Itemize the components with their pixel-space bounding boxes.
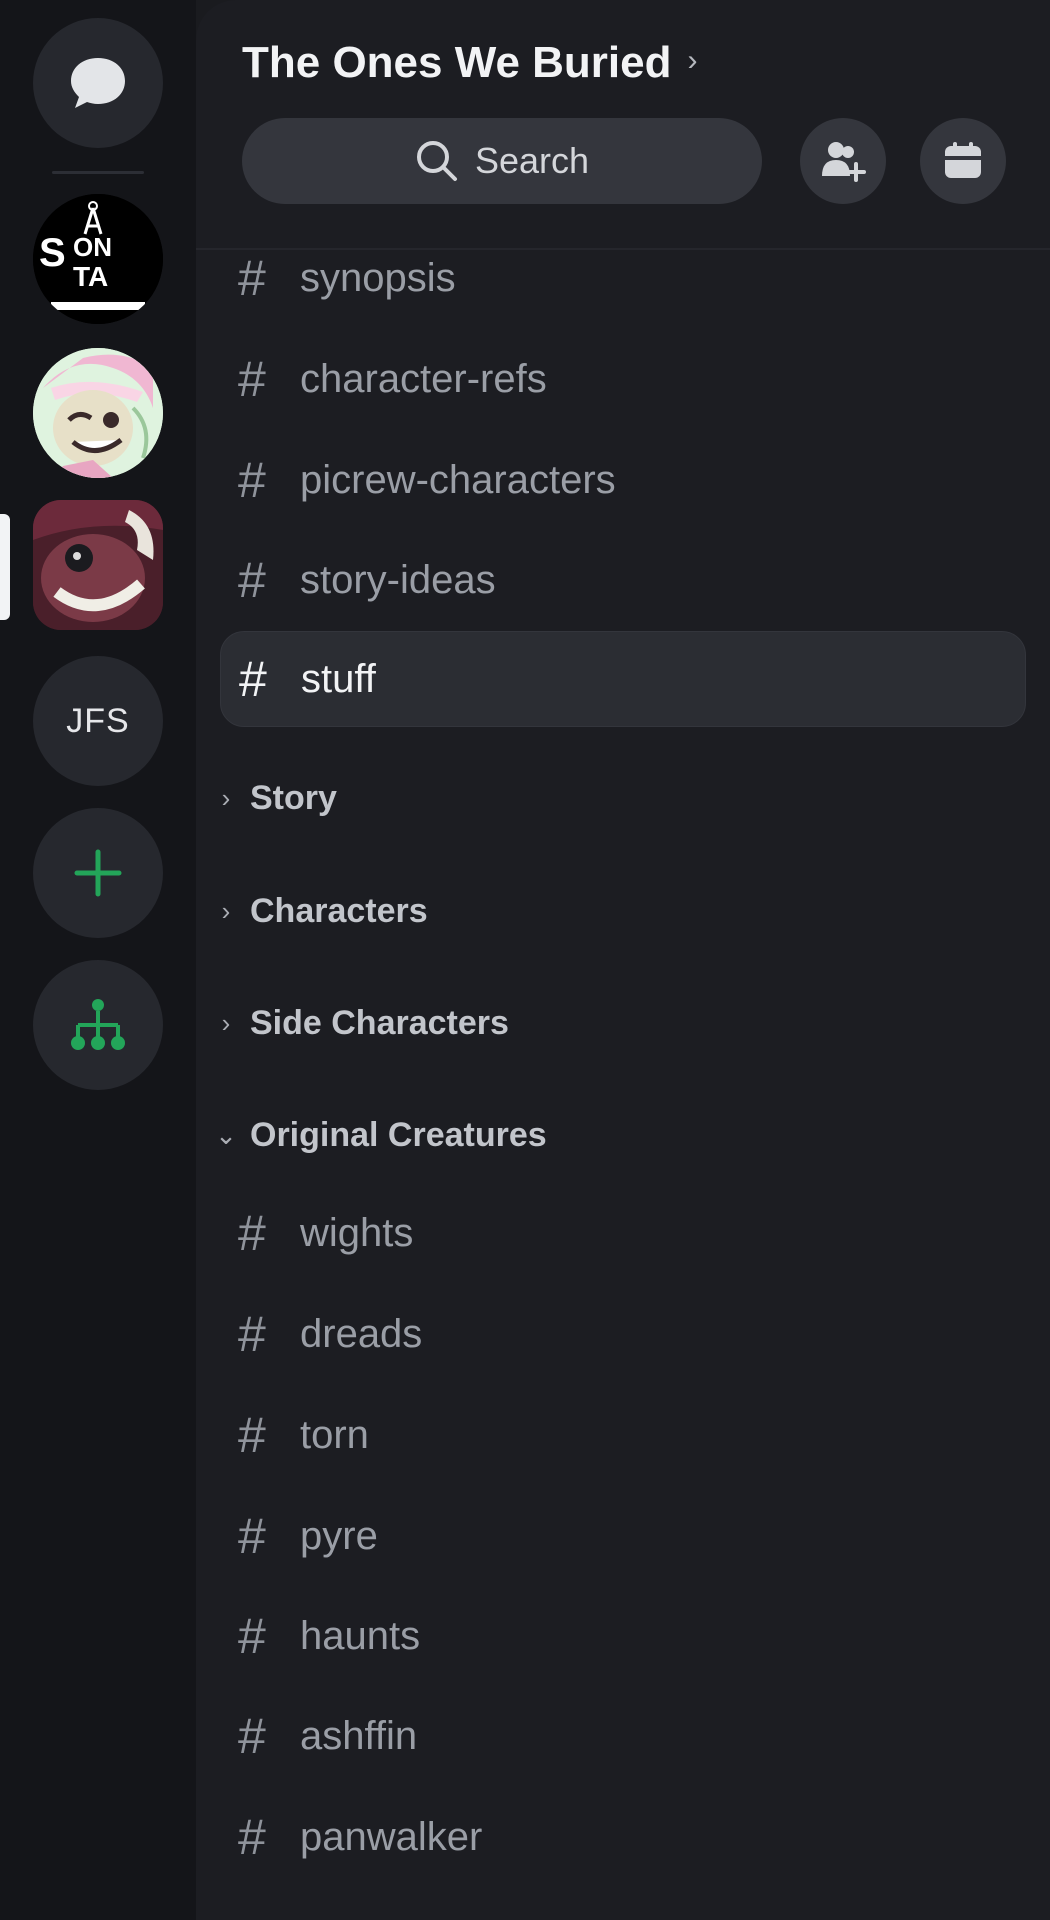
hash-icon: # — [238, 250, 266, 306]
category-side-characters[interactable]: › Side Characters — [214, 993, 509, 1053]
category-label: Story — [250, 778, 337, 817]
channel-name: synopsis — [300, 255, 456, 300]
category-characters[interactable]: › Characters — [214, 881, 428, 941]
hash-icon: # — [238, 1306, 266, 1362]
svg-text:S: S — [39, 231, 66, 275]
server-icon-son-ta[interactable]: S ON TA — [33, 194, 163, 324]
hub-tree-icon — [71, 999, 125, 1050]
channel-name: pyre — [300, 1513, 378, 1558]
hash-icon: # — [238, 351, 266, 407]
channel-name: panwalker — [300, 1814, 483, 1859]
channel-name: wights — [300, 1210, 414, 1255]
hash-icon: # — [238, 1809, 266, 1865]
channel-name: haunts — [300, 1613, 421, 1658]
server-icon-jfs[interactable]: JFS — [33, 656, 163, 786]
hash-icon: # — [238, 1608, 266, 1664]
server-title-button[interactable]: The Ones We Buried › — [242, 38, 698, 88]
events-button[interactable] — [920, 118, 1006, 204]
character-avatar-icon — [33, 348, 163, 478]
hash-icon: # — [238, 452, 266, 508]
channel-name: picrew-characters — [300, 457, 616, 502]
hash-icon: # — [238, 1708, 266, 1764]
channel-name: story-ideas — [300, 557, 496, 602]
hash-icon: # — [238, 552, 266, 608]
category-label: Original Creatures — [250, 1115, 547, 1154]
son-ta-logo-icon: S ON TA — [33, 194, 163, 324]
direct-messages-button[interactable] — [33, 18, 163, 148]
app-root: S ON TA JFS The Ones We Buried › Search … — [0, 0, 1050, 1920]
channel-name: dreads — [300, 1311, 423, 1356]
search-label: Search — [474, 140, 590, 181]
channel-ashffin[interactable]: # ashffin — [220, 1688, 1026, 1784]
channel-name: stuff — [301, 656, 376, 701]
discover-servers-button[interactable] — [33, 960, 163, 1090]
channel-wights[interactable]: # wights — [220, 1185, 1026, 1281]
search-button[interactable]: Search — [242, 118, 762, 204]
channel-panel: The Ones We Buried › Search # synopsis #… — [196, 0, 1050, 1920]
chevron-right-icon: › — [221, 895, 231, 926]
server-icon-grin-character[interactable] — [33, 500, 163, 630]
add-person-icon — [822, 142, 866, 182]
chevron-right-icon: › — [221, 1007, 231, 1038]
rail-divider — [52, 171, 144, 174]
category-story[interactable]: › Story — [214, 768, 337, 828]
channel-torn[interactable]: # torn — [220, 1387, 1026, 1483]
server-title: The Ones We Buried — [242, 38, 672, 87]
channel-panwalker[interactable]: # panwalker — [220, 1789, 1026, 1885]
selected-server-indicator — [0, 514, 10, 620]
channel-dreads[interactable]: # dreads — [220, 1286, 1026, 1382]
channel-name: character-refs — [300, 356, 547, 401]
channel-stuff[interactable]: # stuff — [220, 631, 1026, 727]
channel-haunts[interactable]: # haunts — [220, 1588, 1026, 1684]
category-original-creatures[interactable]: ⌄ Original Creatures — [214, 1105, 547, 1165]
server-rail: S ON TA JFS — [0, 0, 196, 1920]
chevron-right-icon: › — [221, 782, 231, 813]
chevron-down-icon: ⌄ — [215, 1119, 237, 1150]
channel-character-refs[interactable]: # character-refs — [220, 331, 1026, 427]
grinning-character-icon — [33, 500, 163, 630]
add-server-button[interactable] — [33, 808, 163, 938]
search-icon — [416, 141, 457, 181]
channel-synopsis[interactable]: # synopsis — [220, 230, 1026, 326]
chevron-right-icon: › — [687, 44, 698, 77]
channel-pyre[interactable]: # pyre — [220, 1488, 1026, 1584]
chat-bubble-icon — [71, 58, 125, 108]
server-icon-character-art[interactable] — [33, 348, 163, 478]
calendar-icon — [945, 142, 981, 178]
channel-list: # synopsis # character-refs # picrew-cha… — [196, 250, 1050, 1920]
channel-name: torn — [300, 1412, 369, 1457]
plus-icon — [74, 849, 122, 897]
invite-members-button[interactable] — [800, 118, 886, 204]
channel-story-ideas[interactable]: # story-ideas — [220, 532, 1026, 628]
category-label: Side Characters — [250, 1003, 509, 1042]
server-jfs-label: JFS — [66, 701, 130, 740]
channel-picrew-characters[interactable]: # picrew-characters — [220, 432, 1026, 528]
server-header: The Ones We Buried › Search — [196, 0, 1050, 250]
hash-icon: # — [238, 1508, 266, 1564]
hash-icon: # — [238, 1205, 266, 1261]
hash-icon: # — [238, 1407, 266, 1463]
svg-text:ON: ON — [73, 232, 112, 262]
category-label: Characters — [250, 891, 428, 930]
hash-icon: # — [239, 651, 267, 707]
svg-text:TA: TA — [73, 261, 108, 292]
channel-name: ashffin — [300, 1713, 418, 1758]
